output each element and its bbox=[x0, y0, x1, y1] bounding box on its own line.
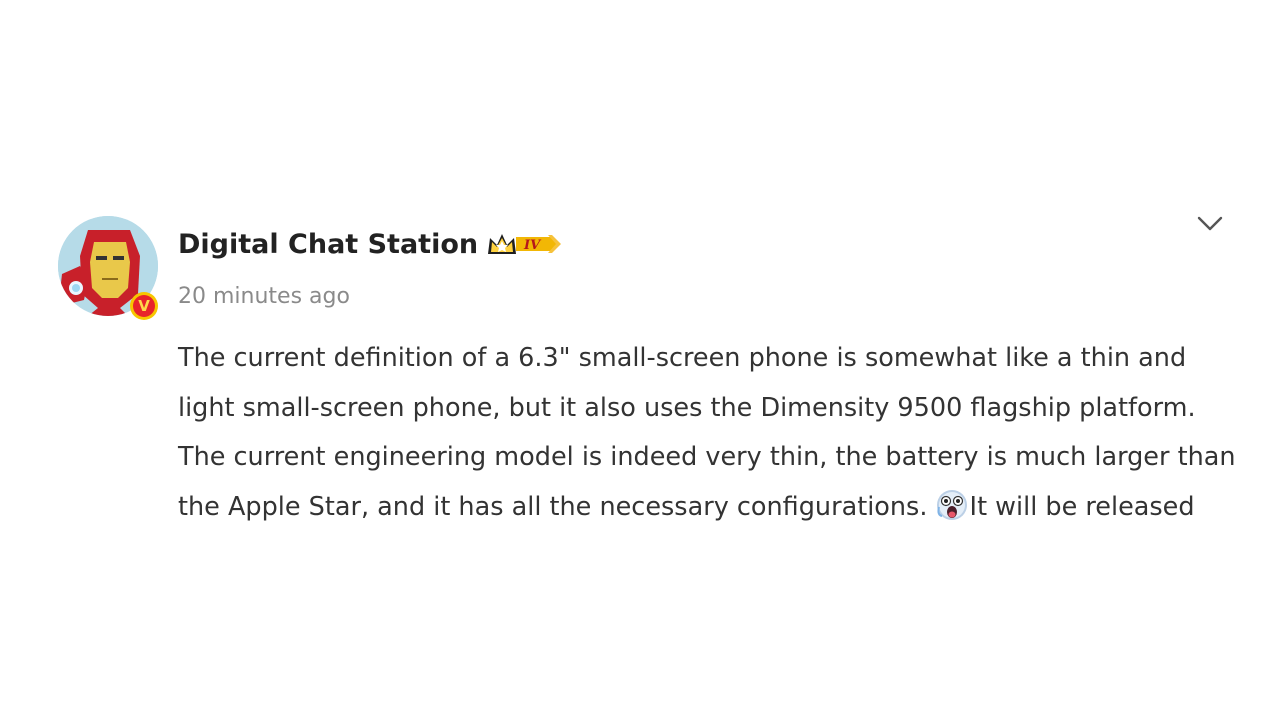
post-body-line: The current definition of a 6.3" small-s… bbox=[178, 343, 1187, 373]
post-body-line-last: the Apple Star, and it has all the neces… bbox=[178, 483, 1238, 533]
chevron-down-icon[interactable] bbox=[1194, 210, 1226, 236]
weibo-post-card: V Digital Chat Station IV 20 minutes ago… bbox=[42, 200, 1238, 526]
post-body-line-tail: It will be released bbox=[969, 491, 1195, 522]
post-header: Digital Chat Station IV bbox=[178, 228, 562, 260]
shocked-emoji-icon bbox=[936, 489, 967, 520]
post-body-line: The current engineering model is indeed … bbox=[178, 442, 1236, 472]
author-avatar[interactable]: V bbox=[58, 216, 158, 320]
post-body-line: light small-screen phone, but it also us… bbox=[178, 392, 1196, 423]
post-body: The current definition of a 6.3" small-s… bbox=[178, 334, 1238, 532]
author-name[interactable]: Digital Chat Station bbox=[178, 229, 478, 260]
post-body-line-text: the Apple Star, and it has all the neces… bbox=[178, 491, 928, 522]
verified-mark: V bbox=[133, 295, 155, 317]
level-badge-label: IV bbox=[523, 238, 542, 253]
crown-level-badge-icon[interactable]: IV bbox=[486, 228, 562, 260]
verified-badge-icon: V bbox=[130, 292, 158, 320]
post-timestamp: 20 minutes ago bbox=[178, 284, 350, 309]
